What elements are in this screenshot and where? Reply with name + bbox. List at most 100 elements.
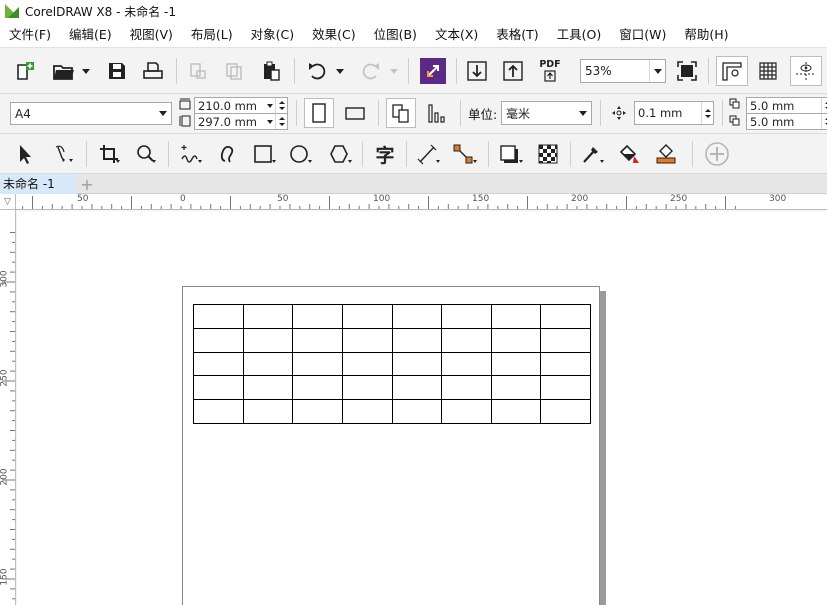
table-cell[interactable] xyxy=(292,351,343,377)
new-document-icon[interactable] xyxy=(12,59,38,83)
table-cell[interactable] xyxy=(441,351,492,377)
table-cell[interactable] xyxy=(193,304,244,329)
page-width-dropdown-chevron-down-icon[interactable] xyxy=(264,103,275,108)
table-cell[interactable] xyxy=(341,327,393,353)
table-cell[interactable] xyxy=(242,375,294,401)
table-cell[interactable] xyxy=(441,375,492,401)
table-cell[interactable] xyxy=(490,304,542,329)
color-eyedropper-tool-icon[interactable] xyxy=(578,141,608,167)
table-cell[interactable] xyxy=(242,327,294,353)
table-cell[interactable] xyxy=(341,351,393,377)
page-size-chevron-down-icon[interactable] xyxy=(155,103,171,124)
table-cell[interactable] xyxy=(242,351,294,377)
table-cell[interactable] xyxy=(391,399,443,424)
table-cell[interactable] xyxy=(540,327,591,353)
artistic-media-tool-icon[interactable] xyxy=(214,141,242,167)
table-cell[interactable] xyxy=(490,327,542,353)
a4-page[interactable] xyxy=(182,286,600,605)
open-dropdown-chevron-down-icon[interactable] xyxy=(80,65,92,77)
table-cell[interactable] xyxy=(391,375,443,401)
zoom-dropdown-chevron-down-icon[interactable] xyxy=(649,60,665,82)
nudge-distance-spinner[interactable] xyxy=(701,102,713,124)
page-height-spinner[interactable] xyxy=(275,114,287,129)
vertical-ruler[interactable]: 300 250 200 150 xyxy=(0,210,16,605)
undo-icon[interactable] xyxy=(304,59,332,83)
duplicate-x-field[interactable]: 5.0 mm xyxy=(746,97,827,114)
table-cell[interactable] xyxy=(490,399,542,424)
table-cell[interactable] xyxy=(193,399,244,424)
menu-text[interactable]: 文本(X) xyxy=(426,22,487,48)
show-rulers-icon[interactable] xyxy=(716,56,748,86)
table-cell[interactable] xyxy=(341,399,393,424)
menu-help[interactable]: 帮助(H) xyxy=(675,22,737,48)
table-object[interactable] xyxy=(193,304,591,424)
undo-dropdown-chevron-down-icon[interactable] xyxy=(334,65,346,77)
table-cell[interactable] xyxy=(490,375,542,401)
units-combo[interactable]: 毫米 xyxy=(501,101,592,125)
menu-bitmaps[interactable]: 位图(B) xyxy=(365,22,426,48)
table-cell[interactable] xyxy=(441,304,492,329)
cut-icon[interactable] xyxy=(186,59,210,83)
rectangle-tool-icon[interactable] xyxy=(250,141,280,167)
smart-fill-tool-icon[interactable] xyxy=(652,141,682,167)
ruler-origin-corner[interactable]: ▽ xyxy=(0,194,16,210)
table-cell[interactable] xyxy=(391,351,443,377)
menu-effects[interactable]: 效果(C) xyxy=(303,22,364,48)
landscape-orientation-icon[interactable] xyxy=(340,98,370,128)
all-pages-icon[interactable] xyxy=(386,98,416,128)
current-page-icon[interactable] xyxy=(422,98,452,128)
table-cell[interactable] xyxy=(540,304,591,329)
copy-icon[interactable] xyxy=(222,59,246,83)
table-cell[interactable] xyxy=(242,304,294,329)
portrait-orientation-icon[interactable] xyxy=(304,98,334,128)
table-cell[interactable] xyxy=(540,351,591,377)
freehand-tool-icon[interactable] xyxy=(176,141,206,167)
import-icon[interactable] xyxy=(464,58,490,84)
table-cell[interactable] xyxy=(193,327,244,353)
connector-tool-icon[interactable] xyxy=(450,141,480,167)
document-tab-active[interactable]: 未命名 -1 xyxy=(0,174,76,194)
horizontal-ruler[interactable]: 50 0 50 100 150 200 250 300 xyxy=(16,194,827,210)
menu-file[interactable]: 文件(F) xyxy=(0,22,60,48)
page-size-combo[interactable]: A4 xyxy=(10,102,172,125)
paste-icon[interactable] xyxy=(258,59,284,83)
table-cell[interactable] xyxy=(391,327,443,353)
page-height-dropdown-chevron-down-icon[interactable] xyxy=(264,119,275,124)
table-cell[interactable] xyxy=(292,327,343,353)
table-cell[interactable] xyxy=(292,399,343,424)
page-height-field[interactable]: 297.0 mm xyxy=(194,113,288,130)
full-screen-preview-icon[interactable] xyxy=(674,58,700,84)
table-cell[interactable] xyxy=(441,327,492,353)
new-document-tab-add-icon[interactable]: + xyxy=(77,174,97,194)
menu-view[interactable]: 视图(V) xyxy=(121,22,182,48)
units-chevron-down-icon[interactable] xyxy=(575,102,591,124)
duplicate-y-field[interactable]: 5.0 mm xyxy=(746,113,827,130)
table-cell[interactable] xyxy=(540,375,591,401)
nudge-distance-field[interactable]: 0.1 mm xyxy=(634,101,714,125)
text-tool-icon[interactable]: 字 xyxy=(370,141,400,167)
drop-shadow-tool-icon[interactable] xyxy=(496,141,526,167)
menu-edit[interactable]: 编辑(E) xyxy=(60,22,121,48)
ellipse-tool-icon[interactable] xyxy=(286,141,316,167)
table-cell[interactable] xyxy=(292,304,343,329)
page-width-field[interactable]: 210.0 mm xyxy=(194,97,288,114)
table-cell[interactable] xyxy=(292,375,343,401)
shape-tool-icon[interactable] xyxy=(50,141,78,167)
publish-pdf-icon[interactable]: PDF xyxy=(536,58,564,84)
quick-customize-add-icon[interactable] xyxy=(702,141,732,167)
table-cell[interactable] xyxy=(441,399,492,424)
redo-dropdown-chevron-down-icon[interactable] xyxy=(388,65,400,77)
page-width-spinner[interactable] xyxy=(275,98,287,113)
interactive-fill-tool-icon[interactable] xyxy=(614,141,644,167)
search-content-icon[interactable] xyxy=(420,58,446,84)
save-icon[interactable] xyxy=(104,59,130,83)
table-cell[interactable] xyxy=(341,304,393,329)
show-guidelines-icon[interactable] xyxy=(790,56,822,86)
duplicate-x-spinner[interactable] xyxy=(821,98,827,113)
export-icon[interactable] xyxy=(500,58,526,84)
polygon-tool-icon[interactable] xyxy=(326,141,356,167)
show-grid-icon[interactable] xyxy=(754,58,782,84)
table-cell[interactable] xyxy=(242,399,294,424)
menu-layout[interactable]: 布局(L) xyxy=(182,22,242,48)
drawing-canvas[interactable] xyxy=(17,211,827,605)
